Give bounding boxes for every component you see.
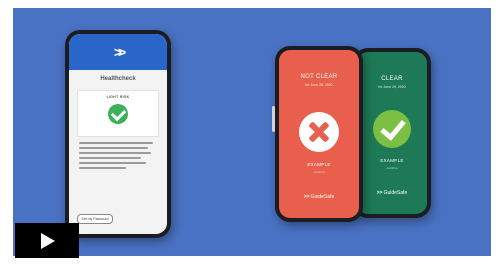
phone-screen: >> Healthcheck LIGHT RISK Set my Passwor… <box>69 34 167 234</box>
phone-clear: CLEAR for June 29, 2020 EXAMPLE comfirm … <box>353 48 431 218</box>
app-header-bar: >> <box>69 34 167 70</box>
risk-label: LIGHT RISK <box>106 95 130 99</box>
body-text-lines <box>79 142 157 172</box>
check-circle-icon <box>108 104 128 124</box>
status-label: NOT CLEAR <box>300 74 338 80</box>
video-thumbnail-frame: >> Healthcheck LIGHT RISK Set my Passwor… <box>0 0 500 265</box>
risk-card: LIGHT RISK <box>77 90 159 137</box>
check-circle-icon <box>373 110 411 148</box>
guidesafe-logo-icon: >> <box>376 190 383 196</box>
phone-screen: CLEAR for June 29, 2020 EXAMPLE comfirm … <box>357 52 427 214</box>
phone-not-clear: NOT CLEAR for June 28, 2020 EXAMPLE comf… <box>272 46 363 222</box>
phone-side-button <box>272 106 275 132</box>
video-thumbnail[interactable]: >> Healthcheck LIGHT RISK Set my Passwor… <box>13 8 491 256</box>
brand-name: GuideSafe <box>310 194 335 200</box>
status-sub: comfirm <box>386 166 398 170</box>
guidesafe-logo-icon: >> <box>303 194 310 200</box>
status-date: for June 28, 2020 <box>305 83 333 87</box>
brand-logo: >>GuideSafe <box>279 194 359 200</box>
status-code: EXAMPLE <box>307 162 331 167</box>
status-code: EXAMPLE <box>380 158 404 163</box>
chevron-double-right-icon: >> <box>113 44 127 60</box>
phone-screen: NOT CLEAR for June 28, 2020 EXAMPLE comf… <box>279 50 359 218</box>
play-button[interactable] <box>15 223 79 258</box>
status-date: for June 29, 2020 <box>378 85 406 89</box>
phone-healthcheck: >> Healthcheck LIGHT RISK Set my Passwor… <box>65 30 171 238</box>
x-circle-icon <box>299 112 339 152</box>
page-title: Healthcheck <box>100 76 136 82</box>
status-sub: comfirm <box>313 170 325 174</box>
status-label: CLEAR <box>381 76 403 82</box>
brand-name: GuideSafe <box>383 190 408 196</box>
set-password-button[interactable]: Set my Password <box>77 214 113 224</box>
brand-logo: >>GuideSafe <box>357 190 427 196</box>
